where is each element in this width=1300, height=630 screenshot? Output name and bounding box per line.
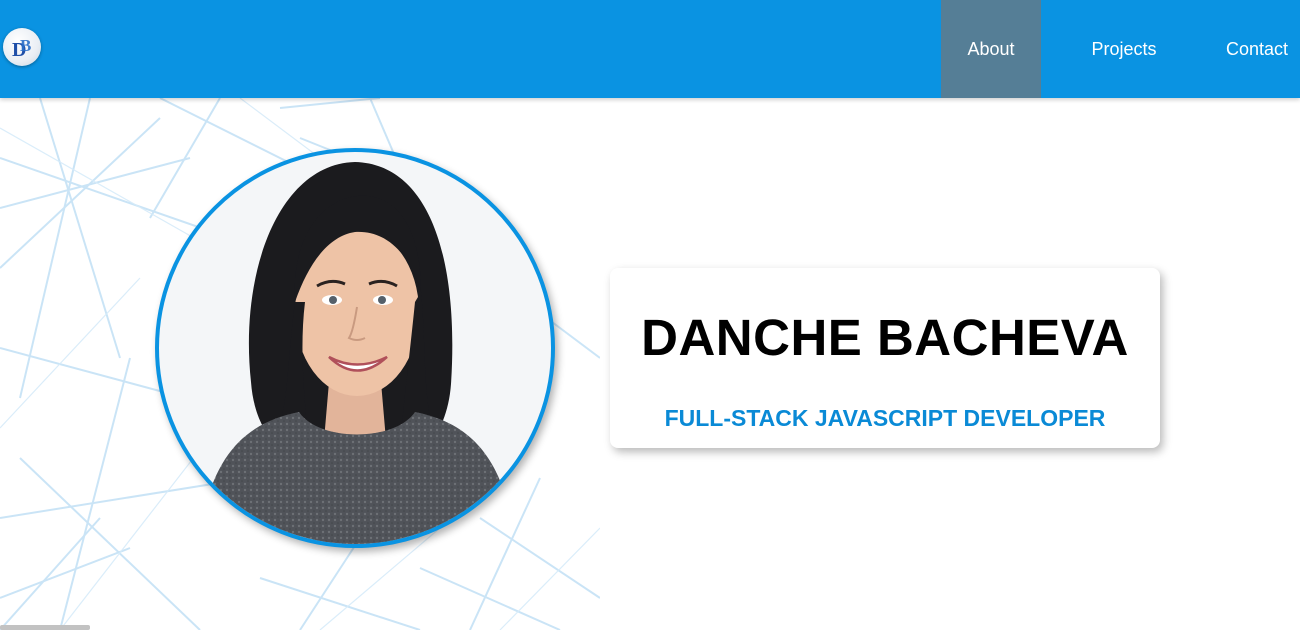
- top-navbar: D B About Projects Contact: [0, 0, 1300, 98]
- hero-role: FULL-STACK JAVASCRIPT DEVELOPER: [664, 405, 1106, 431]
- horizontal-scrollbar[interactable]: [0, 625, 90, 630]
- nav-about-label: About: [967, 38, 1015, 59]
- logo-icon[interactable]: D B: [3, 28, 41, 66]
- logo-monogram: D B: [12, 36, 31, 61]
- nav-about[interactable]: About: [941, 0, 1041, 98]
- portrait-illustration: [199, 162, 515, 544]
- nav-projects[interactable]: Projects: [1068, 0, 1180, 98]
- hero-name: DANCHE BACHEVA: [641, 309, 1129, 366]
- nav-contact[interactable]: Contact: [1208, 0, 1300, 98]
- svg-text:B: B: [20, 36, 31, 55]
- profile-photo: [155, 148, 555, 548]
- intro-card: DANCHE BACHEVA FULL-STACK JAVASCRIPT DEV…: [610, 268, 1160, 448]
- nav-projects-label: Projects: [1091, 38, 1157, 59]
- nav-contact-label: Contact: [1225, 38, 1289, 59]
